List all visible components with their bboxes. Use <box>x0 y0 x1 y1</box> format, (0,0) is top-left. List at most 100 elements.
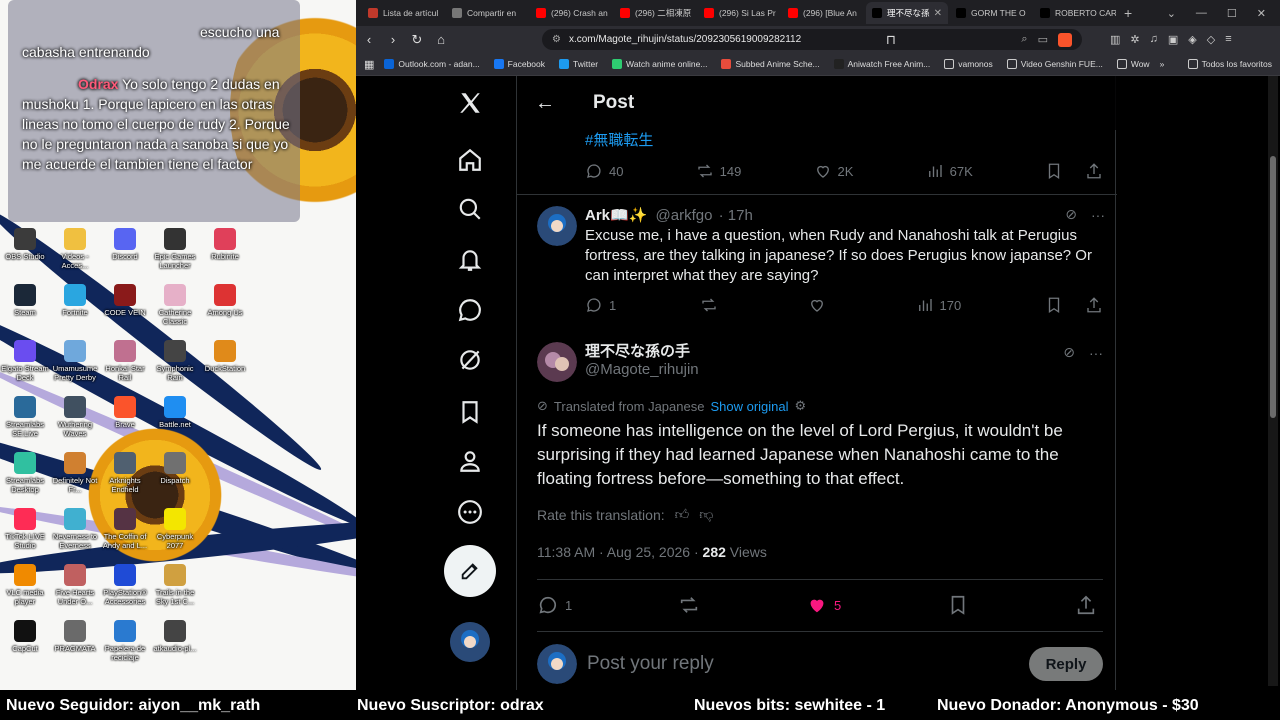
user-handle[interactable]: @arkfgo <box>656 207 713 224</box>
notifications-bell-icon[interactable] <box>446 236 494 284</box>
bookmark-button[interactable] <box>947 594 969 616</box>
desktop-icon[interactable]: Dispatch <box>150 452 200 485</box>
reply-input[interactable]: Post your reply <box>587 653 714 675</box>
desktop-icon[interactable]: atkaudio-pl... <box>150 620 200 653</box>
thumbs-up-icon[interactable]: 👍︎ <box>675 506 690 523</box>
desktop-icon[interactable]: Discord <box>100 228 150 261</box>
new-tab-button[interactable]: + <box>1124 5 1132 21</box>
grok-icon[interactable]: ⊘ <box>1063 344 1075 361</box>
thumbs-down-icon[interactable]: 👎︎ <box>699 506 713 523</box>
reply-button[interactable]: 1 <box>585 296 616 314</box>
desktop-icon[interactable]: CapCut <box>0 620 50 653</box>
like-button[interactable]: 2K <box>814 162 853 180</box>
menu-icon[interactable]: ≡ <box>1225 33 1231 46</box>
views-button[interactable]: 67K <box>926 162 973 180</box>
bookmark-item[interactable]: Subbed Anime Sche... <box>721 59 820 69</box>
browser-tab[interactable]: (296) [Blue An <box>782 2 864 24</box>
scrollbar-thumb[interactable] <box>1270 156 1276 418</box>
bookmark-item[interactable]: Outlook.com - adan... <box>384 59 480 69</box>
maximize-icon[interactable]: ☐ <box>1227 7 1237 20</box>
gear-icon[interactable]: ⚙ <box>795 398 807 414</box>
apps-grid-icon[interactable]: ▦ <box>364 58 374 71</box>
browser-tab[interactable]: (296) 二相凍原 <box>614 2 696 24</box>
desktop-icon[interactable]: VLC media player <box>0 564 50 606</box>
desktop-icon[interactable]: Neverness to Everness <box>50 508 100 550</box>
cast-icon[interactable]: ▭ <box>1038 33 1048 47</box>
browser-tab[interactable]: Compartir en <box>446 2 528 24</box>
desktop-icon[interactable]: Honkai Star Rail <box>100 340 150 382</box>
like-button[interactable]: 5 <box>806 594 841 616</box>
brave-shield-icon[interactable] <box>1058 32 1072 47</box>
bookmark-item[interactable]: Twitter <box>559 59 598 69</box>
home-icon[interactable] <box>446 136 494 184</box>
minimize-icon[interactable]: — <box>1196 7 1207 20</box>
forward-arrow-icon[interactable]: › <box>386 32 400 47</box>
repost-button[interactable]: 149 <box>696 162 741 180</box>
browser-tab[interactable]: (296) Si Las Pr <box>698 2 780 24</box>
desktop-icon[interactable]: Elgato Stream Deck <box>0 340 50 382</box>
close-icon[interactable]: ✕ <box>1257 7 1266 20</box>
desktop-icon[interactable]: Definitely Not Fr... <box>50 452 100 494</box>
display-name[interactable]: 理不尽な孫の手 <box>585 340 690 361</box>
desktop-icon[interactable]: CODE VEIN <box>100 284 150 317</box>
bookmark-item[interactable]: Wow <box>1116 59 1150 69</box>
bookmark-icon[interactable]: ⊓ <box>884 32 898 48</box>
messages-icon[interactable] <box>446 286 494 334</box>
desktop-icon[interactable]: Catherine Classic <box>150 284 200 326</box>
bookmark-item[interactable]: Video Genshin FUE... <box>1006 59 1103 69</box>
share-button[interactable] <box>1075 594 1097 616</box>
home-icon[interactable]: ⌂ <box>434 32 448 47</box>
desktop-icon[interactable]: The Coffin of Andy and L... <box>100 508 150 550</box>
more-dots-icon[interactable]: ··· <box>1089 345 1103 361</box>
sidebar-icon[interactable]: ▥ <box>1110 33 1120 46</box>
desktop-icon[interactable]: Arknights Endfield <box>100 452 150 494</box>
desktop-icon[interactable]: Trails in the Sky 1st C... <box>150 564 200 606</box>
more-options-icon[interactable] <box>446 488 494 536</box>
back-arrow-icon[interactable]: ‹ <box>362 32 376 47</box>
avatar[interactable] <box>537 342 577 382</box>
grok-icon[interactable] <box>446 336 494 384</box>
desktop-icon[interactable]: Umamusume Pretty Derby <box>50 340 100 382</box>
desktop-icon[interactable]: PRAGMATA <box>50 620 100 653</box>
desktop-icon[interactable]: TikTok LIVE Studio <box>0 508 50 550</box>
search-icon[interactable] <box>446 185 494 233</box>
wallet-icon[interactable]: ▣ <box>1168 33 1178 46</box>
vpn-icon[interactable]: ◈ <box>1188 33 1196 46</box>
display-name[interactable]: Ark📖✨ <box>585 207 647 224</box>
desktop-icon[interactable]: DuckStation <box>200 340 250 373</box>
desktop-icon[interactable]: Streamlabs Desktop <box>0 452 50 494</box>
compose-post-button[interactable] <box>444 545 496 597</box>
timestamp-text[interactable]: 11:38 AM · Aug 25, 2026 · <box>537 544 699 560</box>
x-logo-icon[interactable] <box>446 79 494 127</box>
all-bookmarks-folder[interactable]: Todos los favoritos <box>1187 59 1272 69</box>
tab-close-icon[interactable]: ✕ <box>934 8 942 19</box>
bookmarks-icon[interactable] <box>446 388 494 436</box>
shield-icon[interactable]: ◇ <box>1207 33 1215 46</box>
bookmark-icon[interactable] <box>1045 296 1063 314</box>
share-icon[interactable] <box>1085 162 1103 180</box>
browser-tab[interactable]: 理不尽な孫 ✕ <box>866 2 948 24</box>
browser-tab[interactable]: ROBERTO CAR <box>1034 2 1116 24</box>
profile-icon[interactable] <box>446 437 494 485</box>
reply-button[interactable]: 40 <box>585 162 623 180</box>
repost-button[interactable] <box>678 594 700 616</box>
bookmark-item[interactable]: Facebook <box>493 59 545 69</box>
bookmark-item[interactable]: Aniwatch Free Anim... <box>833 59 930 69</box>
chevron-down-icon[interactable]: ⌄ <box>1167 7 1176 20</box>
desktop-icon[interactable]: Videos - Acces... <box>50 228 100 270</box>
zoom-icon[interactable]: ⌕ <box>1021 33 1027 47</box>
desktop-icon[interactable]: Brave <box>100 396 150 429</box>
reply-submit-button[interactable]: Reply <box>1029 647 1103 681</box>
share-icon[interactable] <box>1085 296 1103 314</box>
avatar[interactable] <box>537 206 577 246</box>
grok-icon[interactable]: ⊘ <box>1065 206 1077 223</box>
site-settings-icon[interactable]: ⚙ <box>552 34 561 45</box>
desktop-icon[interactable]: Epic Games Launcher <box>150 228 200 270</box>
parent-post-hashtag[interactable]: #無職転生 <box>585 129 653 150</box>
show-original-link[interactable]: Show original <box>710 399 788 414</box>
desktop-icon[interactable]: Wuthering Waves <box>50 396 100 438</box>
desktop-icon[interactable]: Battle.net <box>150 396 200 429</box>
desktop-icon[interactable]: PlayStation® Accessories <box>100 564 150 606</box>
desktop-icon[interactable]: Streamlabs SE.Live <box>0 396 50 438</box>
desktop-icon[interactable]: Cyberpunk 2077 <box>150 508 200 550</box>
